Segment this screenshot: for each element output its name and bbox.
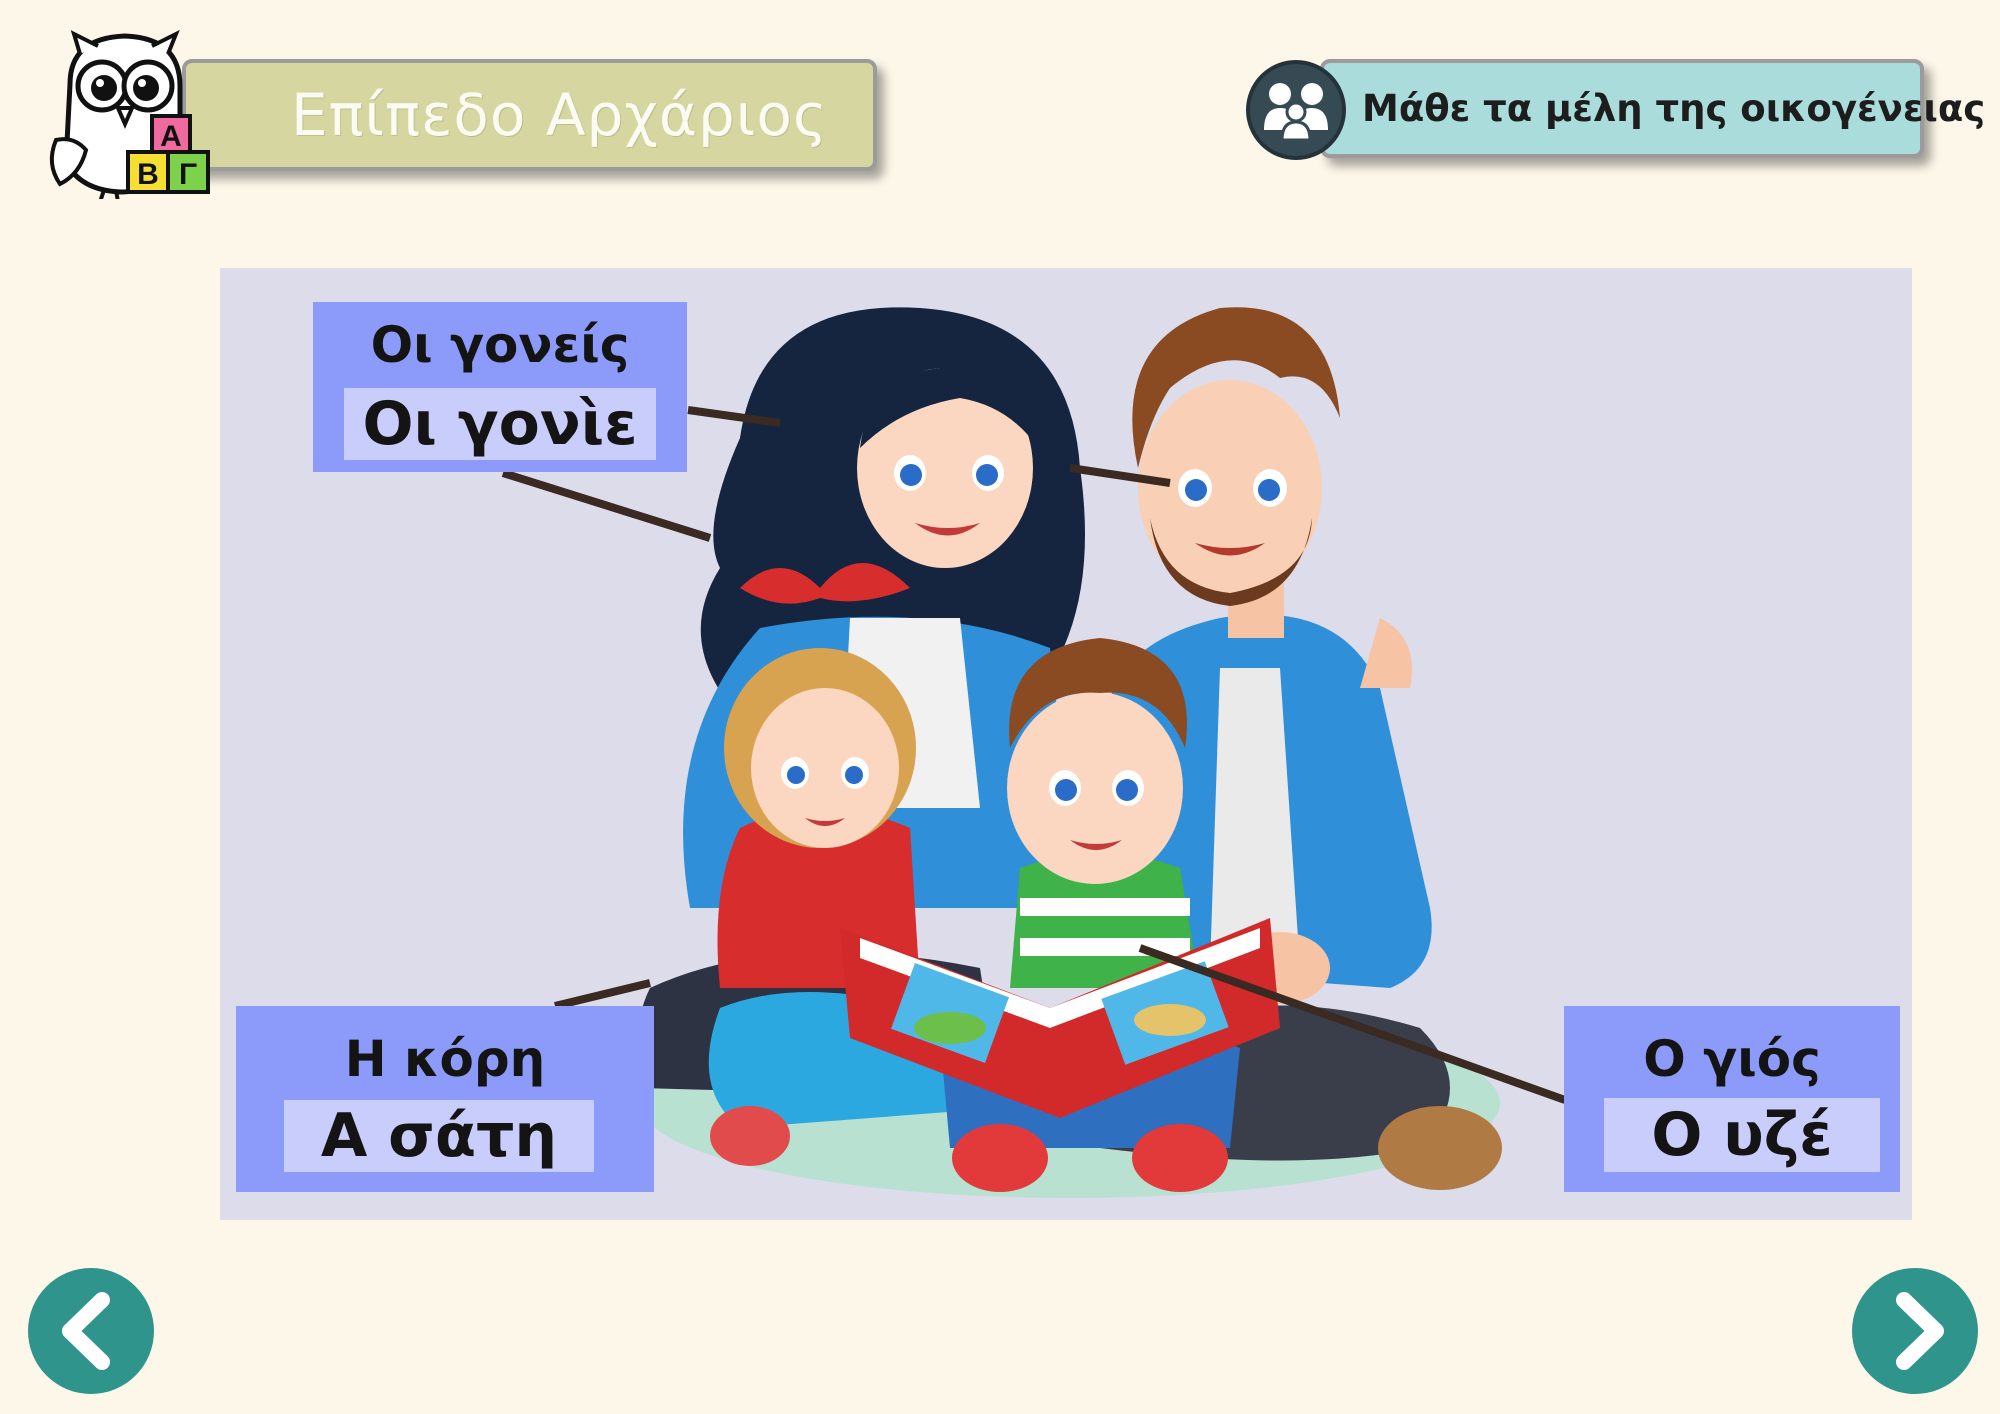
pointer-line-daughter (554, 979, 651, 1010)
logo-letter-b: Β (137, 158, 159, 191)
chevron-left-icon (62, 1292, 110, 1370)
chevron-right-icon (1896, 1292, 1944, 1370)
label-parents-scrambled: Οι γονὶε (344, 388, 656, 460)
label-daughter: Η κόρη Α σάτη (236, 1006, 654, 1192)
section-pill: Μάθε τα μέλη της οικογένειας (1320, 59, 1985, 158)
label-son-scrambled: Ο υζέ (1604, 1098, 1880, 1172)
family-illustration: Οι γονείς Οι γονὶε Η κόρη Α σάτη Ο γιός … (220, 268, 1912, 1220)
section-title: Μάθε τα μέλη της οικογένειας (1362, 87, 1986, 130)
label-son: Ο γιός Ο υζέ (1564, 1006, 1900, 1192)
level-title: Επίπεδο Αρχάριος (290, 81, 829, 149)
label-daughter-correct: Η κόρη (344, 1030, 546, 1088)
owl-logo-icon: Α Β Γ (49, 29, 210, 199)
logo-letter-a: Α (160, 120, 182, 153)
label-parents-correct: Οι γονείς (370, 316, 630, 374)
family-people-icon (1264, 83, 1328, 142)
level-banner: Επίπεδο Αρχάριος (182, 59, 877, 171)
pointer-line-parents-mother-body (501, 469, 712, 542)
label-daughter-scrambled: Α σάτη (284, 1100, 594, 1172)
label-parents: Οι γονείς Οι γονὶε (313, 302, 687, 472)
previous-button[interactable] (28, 1268, 154, 1394)
logo-letter-g: Γ (179, 158, 197, 191)
next-button[interactable] (1852, 1268, 1978, 1394)
family-icon (1246, 60, 1346, 160)
label-son-correct: Ο γιός (1643, 1030, 1821, 1088)
